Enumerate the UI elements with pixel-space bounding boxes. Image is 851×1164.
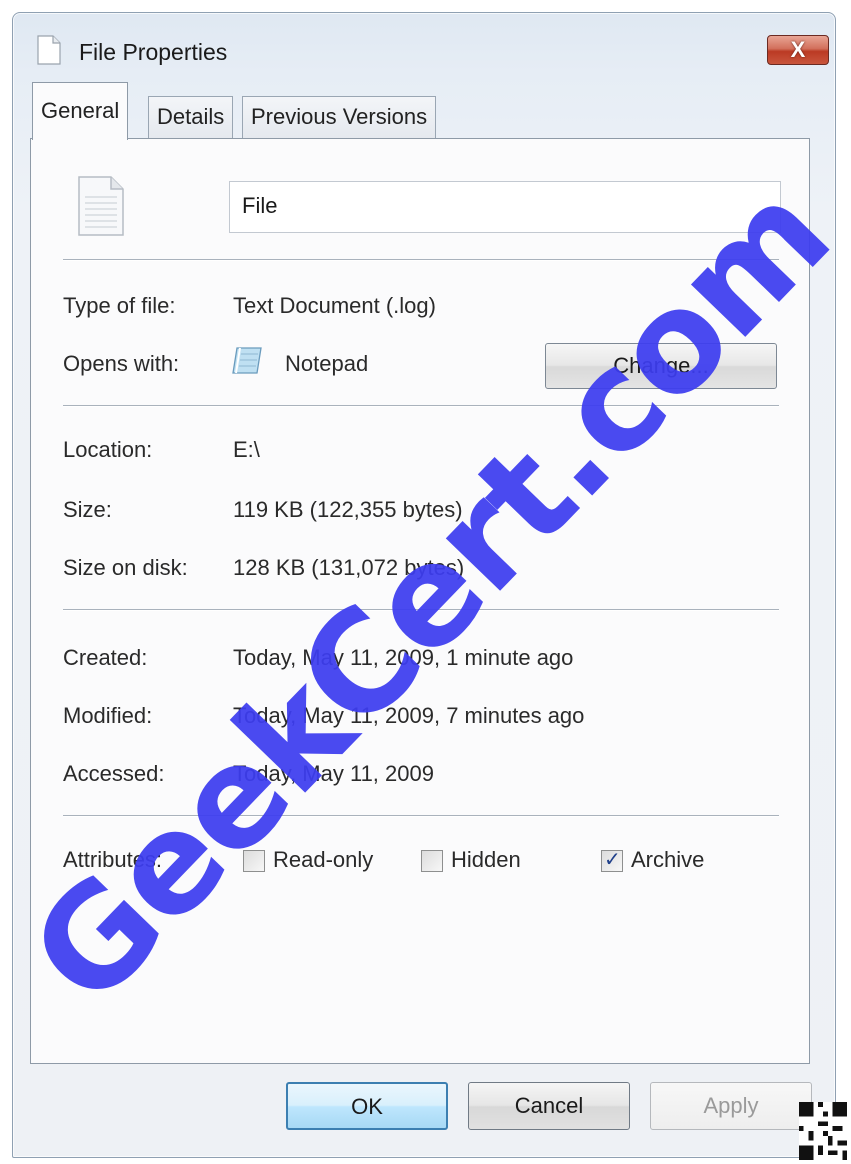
qr-code-icon [798, 1102, 848, 1160]
location-value: E:\ [233, 437, 260, 462]
size-on-disk-value: 128 KB (131,072 bytes) [233, 555, 465, 580]
location-label: Location: [63, 437, 153, 462]
modified-label: Modified: [63, 703, 153, 728]
check-mark-icon: ✓ [604, 849, 621, 871]
opens-with-value: Notepad [285, 351, 369, 376]
hidden-checkbox[interactable] [421, 850, 443, 872]
modified-value: Today, May 11, 2009, 7 minutes ago [233, 703, 585, 728]
created-label: Created: [63, 645, 148, 670]
tab-general[interactable]: General [32, 82, 129, 140]
file-name-field[interactable]: File [229, 181, 781, 233]
file-icon [37, 35, 61, 65]
tab-details[interactable]: Details [148, 96, 234, 140]
ok-button[interactable]: OK [286, 1082, 448, 1130]
change-button[interactable]: Change... [545, 343, 777, 389]
attributes-label: Attributes: [63, 847, 163, 872]
separator [63, 259, 779, 261]
general-tab-panel: File Type of file: Text Document (.log) … [30, 138, 810, 1064]
text-document-icon [78, 176, 124, 236]
tab-previous-versions[interactable]: Previous Versions [242, 96, 437, 140]
window-title: File Properties [79, 39, 228, 65]
accessed-value: Today, May 11, 2009 [233, 761, 434, 786]
cancel-button[interactable]: Cancel [468, 1082, 630, 1130]
size-on-disk-label: Size on disk: [63, 555, 188, 580]
separator [63, 815, 779, 817]
type-of-file-value: Text Document (.log) [233, 293, 436, 318]
archive-label[interactable]: Archive [631, 847, 704, 873]
separator [63, 405, 779, 407]
type-of-file-label: Type of file: [63, 293, 176, 318]
hidden-label[interactable]: Hidden [451, 847, 521, 873]
size-value: 119 KB (122,355 bytes) [233, 497, 463, 522]
read-only-checkbox[interactable] [243, 850, 265, 872]
accessed-label: Accessed: [63, 761, 165, 786]
created-value: Today, May 11, 2009, 1 minute ago [233, 645, 574, 670]
notepad-icon [232, 347, 262, 374]
title-bar[interactable]: File Properties X [13, 13, 835, 79]
opens-with-label: Opens with: [63, 351, 180, 376]
size-label: Size: [63, 497, 112, 522]
separator [63, 609, 779, 611]
archive-checkbox[interactable]: ✓ [601, 849, 623, 872]
read-only-label[interactable]: Read-only [273, 847, 373, 873]
apply-button[interactable]: Apply [650, 1082, 812, 1130]
close-button[interactable]: X [767, 35, 829, 65]
